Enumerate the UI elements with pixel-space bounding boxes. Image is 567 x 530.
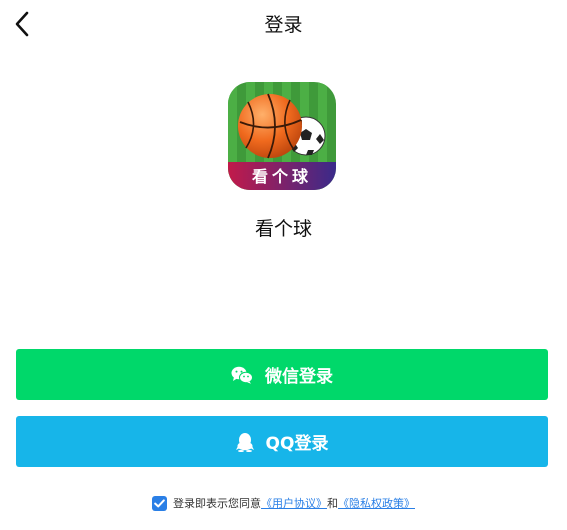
app-name: 看个球 — [254, 218, 312, 240]
page-title: 登录 — [264, 14, 303, 36]
check-icon — [154, 498, 165, 507]
agreement-prefix: 登录即表示您同意 — [173, 497, 261, 510]
agree-checkbox[interactable] — [152, 495, 167, 511]
header-bar: 登录 — [0, 0, 567, 48]
logo-text: 看个球 — [251, 167, 312, 186]
user-agreement-link[interactable]: 《用户协议》 — [261, 495, 327, 511]
privacy-policy-link[interactable]: 《隐私权政策》 — [338, 495, 415, 511]
wechat-icon — [231, 366, 253, 384]
wechat-login-label: 微信登录 — [265, 367, 333, 387]
qq-login-label: QQ登录 — [265, 434, 329, 454]
app-logo: 看个球 — [228, 82, 336, 190]
qq-icon — [235, 432, 254, 452]
wechat-login-button[interactable]: 微信登录 — [16, 349, 548, 400]
agreement-conjunction: 和 — [327, 497, 338, 510]
agreement-row: 登录即表示您同意 《用户协议》 和 《隐私权政策》 — [0, 495, 567, 511]
qq-login-button[interactable]: QQ登录 — [16, 416, 548, 467]
